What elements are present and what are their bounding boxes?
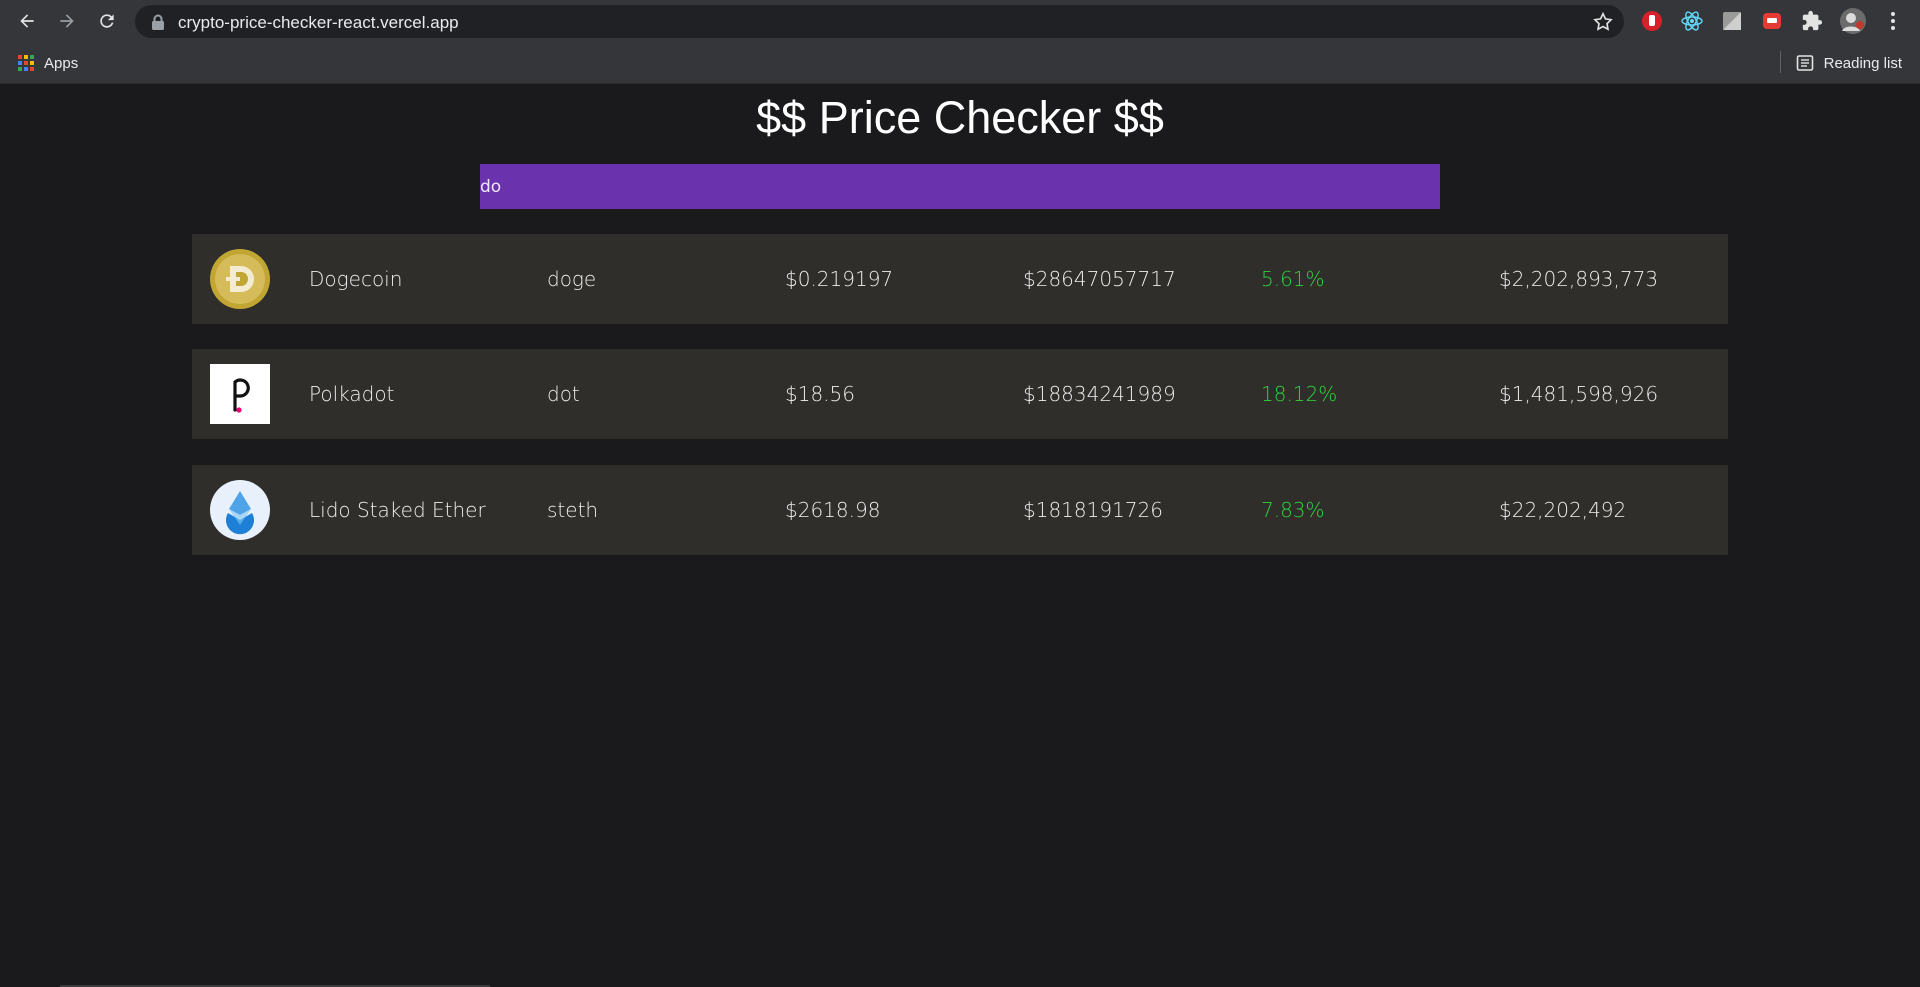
coin-volume: $28647057717: [1023, 267, 1176, 291]
forward-icon[interactable]: [53, 7, 81, 35]
bookmark-star-icon[interactable]: [1592, 11, 1614, 33]
more-menu-icon[interactable]: [1882, 10, 1904, 32]
address-bar[interactable]: crypto-price-checker-react.vercel.app: [135, 5, 1624, 38]
coin-name: Polkadot: [309, 382, 395, 406]
dogecoin-logo-icon: [210, 249, 270, 309]
coin-row[interactable]: Dogecoin doge $0.219197 $28647057717 5.6…: [192, 234, 1728, 324]
bookmarks-divider: [1780, 51, 1781, 73]
reading-list-label: Reading list: [1823, 54, 1902, 72]
page-title: $$ Price Checker $$: [756, 92, 1164, 143]
extension-gradient-icon[interactable]: [1721, 10, 1743, 32]
coin-row[interactable]: Lido Staked Ether steth $2618.98 $181819…: [192, 465, 1728, 555]
coin-price-change: 5.61%: [1261, 267, 1325, 291]
lock-icon: [152, 14, 164, 30]
coin-price: $18.56: [785, 382, 855, 406]
url-text[interactable]: crypto-price-checker-react.vercel.app: [178, 13, 459, 33]
apps-grid-icon: [18, 55, 34, 71]
coin-row[interactable]: Polkadot dot $18.56 $18834241989 18.12% …: [192, 349, 1728, 439]
reading-list-button[interactable]: Reading list: [1796, 52, 1902, 74]
polkadot-logo-icon: [210, 364, 270, 424]
coin-symbol: dot: [547, 382, 580, 406]
coin-price-change: 18.12%: [1261, 382, 1338, 406]
profile-avatar-icon[interactable]: [1839, 7, 1867, 35]
coin-volume: $1818191726: [1023, 498, 1163, 522]
coin-market-cap: $22,202,492: [1499, 498, 1627, 522]
coin-name: Lido Staked Ether: [309, 498, 486, 522]
stop-hand-extension-icon[interactable]: [1641, 10, 1663, 32]
extensions-puzzle-icon[interactable]: [1801, 10, 1823, 32]
reading-list-icon: [1796, 55, 1813, 71]
apps-bookmark[interactable]: Apps: [18, 52, 78, 74]
coin-name: Dogecoin: [309, 267, 403, 291]
search-input[interactable]: [480, 164, 1440, 209]
extension-red-icon[interactable]: [1761, 10, 1783, 32]
back-icon[interactable]: [13, 7, 41, 35]
reload-icon[interactable]: [93, 7, 121, 35]
coin-price-change: 7.83%: [1261, 498, 1325, 522]
browser-toolbar: crypto-price-checker-react.vercel.app: [0, 0, 1920, 42]
coin-market-cap: $2,202,893,773: [1499, 267, 1659, 291]
react-devtools-icon[interactable]: [1681, 10, 1703, 32]
coin-symbol: steth: [547, 498, 599, 522]
lido-logo-icon: [210, 480, 270, 540]
bookmarks-bar: Apps Reading list: [0, 42, 1920, 84]
apps-label: Apps: [44, 54, 79, 72]
coin-market-cap: $1,481,598,926: [1499, 382, 1659, 406]
coin-volume: $18834241989: [1023, 382, 1176, 406]
coin-price: $2618.98: [785, 498, 881, 522]
coin-symbol: doge: [547, 267, 597, 291]
coin-price: $0.219197: [785, 267, 894, 291]
